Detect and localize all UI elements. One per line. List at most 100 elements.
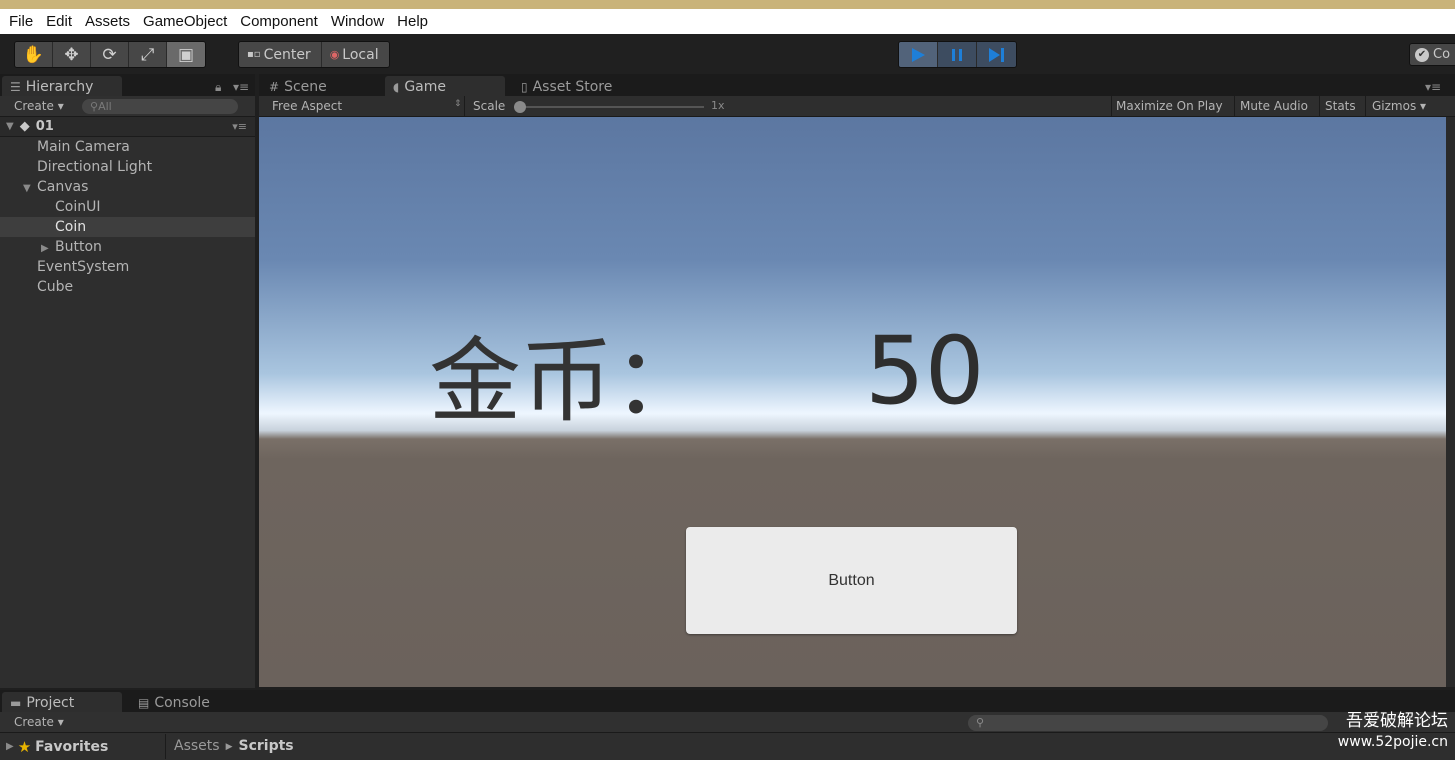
play-button[interactable] bbox=[899, 42, 938, 67]
watermark-line2: www.52pojie.cn bbox=[1337, 734, 1448, 750]
favorites-label: Favorites bbox=[35, 738, 109, 755]
menu-component[interactable]: Component bbox=[235, 13, 326, 30]
hierarchy-panel: Create ▾ ⚲All ▼ ◆ 01 ▾≡ Main Camera Dire… bbox=[0, 96, 255, 688]
collapse-arrow-icon[interactable]: ▶ bbox=[41, 239, 55, 259]
console-icon: ▤ bbox=[138, 695, 150, 710]
tab-asset-store[interactable]: ▯ Asset Store bbox=[513, 76, 622, 97]
project-search-input[interactable]: ⚲ bbox=[968, 715, 1328, 731]
maximize-on-play-toggle[interactable]: Maximize On Play bbox=[1116, 99, 1223, 113]
tab-store-label: Asset Store bbox=[532, 78, 613, 95]
hierarchy-create-dropdown[interactable]: Create ▾ bbox=[14, 99, 64, 113]
separator bbox=[1234, 96, 1235, 116]
space-label: Local bbox=[342, 46, 379, 63]
breadcrumb-scripts[interactable]: Scripts bbox=[238, 738, 293, 756]
game-view[interactable]: 金币： 50 Button bbox=[259, 117, 1446, 687]
pause-button[interactable] bbox=[938, 42, 977, 67]
folder-icon: ▬ bbox=[10, 695, 22, 710]
coin-value-text: 50 bbox=[865, 317, 985, 426]
scene-header[interactable]: ▼ ◆ 01 ▾≡ bbox=[0, 117, 255, 137]
panel-menu-icon[interactable]: ▾≡ bbox=[233, 80, 249, 94]
stats-toggle[interactable]: Stats bbox=[1325, 99, 1356, 113]
tab-scene-label: Scene bbox=[284, 78, 327, 95]
transform-tools: ✋ ✥ ⟳ ⤢ ▣ bbox=[14, 41, 206, 68]
favorites-row[interactable]: ▶ ★ Favorites bbox=[0, 734, 166, 759]
playback-controls bbox=[898, 41, 1017, 68]
tab-project[interactable]: ▬ Project bbox=[2, 692, 122, 713]
expand-arrow-icon: ▼ bbox=[6, 121, 14, 132]
tab-game[interactable]: ◖ Game bbox=[385, 76, 505, 97]
hierarchy-item-canvas[interactable]: ▼ Canvas bbox=[0, 177, 255, 197]
expand-arrow-icon[interactable]: ▼ bbox=[23, 179, 37, 199]
hierarchy-toolbar: Create ▾ ⚲All bbox=[0, 96, 255, 117]
pivot-local-button[interactable]: ◉ Local bbox=[321, 42, 389, 67]
list-icon: ☰ bbox=[10, 79, 21, 94]
menu-window[interactable]: Window bbox=[326, 13, 392, 30]
hierarchy-item[interactable]: Main Camera bbox=[0, 137, 255, 157]
rect-tool-button[interactable]: ▣ bbox=[167, 42, 205, 67]
hierarchy-item[interactable]: EventSystem bbox=[0, 257, 255, 277]
hierarchy-item[interactable]: Directional Light bbox=[0, 157, 255, 177]
watermark: 吾爱破解论坛 www.52pojie.cn bbox=[1332, 710, 1448, 752]
hierarchy-item[interactable]: Cube bbox=[0, 277, 255, 297]
pivot-center-button[interactable]: ▪▫ Center bbox=[239, 42, 322, 67]
game-ui-button[interactable]: Button bbox=[686, 527, 1017, 634]
star-icon: ★ bbox=[17, 737, 32, 756]
breadcrumb-assets[interactable]: Assets bbox=[174, 738, 220, 756]
check-icon: ✔ bbox=[1415, 47, 1429, 62]
separator bbox=[1319, 96, 1320, 116]
aspect-dropdown[interactable]: Free Aspect bbox=[272, 99, 342, 113]
scale-slider[interactable] bbox=[514, 101, 704, 113]
scale-value: 1x bbox=[711, 99, 725, 112]
pivot-toggles: ▪▫ Center ◉ Local bbox=[238, 41, 390, 68]
move-tool-button[interactable]: ✥ bbox=[53, 42, 91, 67]
scene-menu-icon[interactable]: ▾≡ bbox=[232, 120, 247, 133]
title-bar bbox=[0, 0, 1455, 9]
pause-icon bbox=[952, 48, 962, 61]
scene-name: 01 bbox=[35, 119, 54, 134]
project-panel: Create ▾ ⚲ ▶ ★ Favorites Assets ▶ Script… bbox=[0, 712, 1455, 760]
menu-edit[interactable]: Edit bbox=[41, 13, 80, 30]
step-icon bbox=[988, 47, 1004, 62]
gizmos-dropdown[interactable]: Gizmos ▾ bbox=[1372, 99, 1426, 113]
coin-ui-label: 金币： bbox=[429, 328, 706, 435]
tab-scene[interactable]: # Scene bbox=[261, 76, 337, 97]
menu-gameobject[interactable]: GameObject bbox=[138, 13, 235, 30]
hierarchy-item[interactable]: CoinUI bbox=[0, 197, 255, 217]
scale-icon: ⤢ bbox=[140, 44, 155, 65]
pivot-icon: ▪▫ bbox=[247, 49, 261, 60]
step-button[interactable] bbox=[977, 42, 1016, 67]
tab-console[interactable]: ▤ Console bbox=[130, 692, 220, 713]
menu-file[interactable]: File bbox=[4, 13, 41, 30]
view-tab-strip: # Scene ◖ Game ▯ Asset Store ▾≡ bbox=[259, 74, 1455, 97]
breadcrumb-arrow-icon: ▶ bbox=[225, 742, 233, 752]
tab-console-label: Console bbox=[154, 694, 210, 711]
project-tab-strip: ▬ Project ▤ Console bbox=[0, 690, 1455, 713]
hierarchy-item-button[interactable]: ▶ Button bbox=[0, 237, 255, 257]
panel-menu-icon[interactable]: ▾≡ bbox=[1425, 80, 1441, 94]
panel-edge bbox=[1446, 117, 1455, 687]
hierarchy-item-selected[interactable]: Coin bbox=[0, 217, 255, 237]
play-icon bbox=[912, 47, 925, 62]
menu-help[interactable]: Help bbox=[392, 13, 436, 30]
hierarchy-search-input[interactable]: ⚲All bbox=[82, 99, 238, 114]
local-icon: ◉ bbox=[329, 48, 340, 61]
tab-hierarchy[interactable]: ☰ Hierarchy bbox=[2, 76, 122, 97]
hand-tool-button[interactable]: ✋ bbox=[15, 42, 53, 67]
slider-thumb[interactable] bbox=[514, 101, 526, 113]
search-icon: ⚲ bbox=[976, 716, 985, 729]
separator bbox=[1111, 96, 1112, 116]
mute-audio-toggle[interactable]: Mute Audio bbox=[1240, 99, 1308, 113]
project-create-dropdown[interactable]: Create ▾ bbox=[14, 715, 64, 729]
separator bbox=[464, 96, 465, 116]
dropdown-arrows-icon: ⇕ bbox=[454, 99, 462, 109]
hierarchy-tab-strip: ☰ Hierarchy 🔒︎ ▾≡ bbox=[0, 74, 255, 97]
collapse-arrow-icon[interactable]: ▶ bbox=[6, 741, 14, 752]
scale-tool-button[interactable]: ⤢ bbox=[129, 42, 167, 67]
lock-icon[interactable]: 🔒︎ bbox=[215, 80, 221, 95]
tab-game-label: Game bbox=[404, 78, 447, 95]
menu-assets[interactable]: Assets bbox=[80, 13, 138, 30]
collab-button[interactable]: ✔ Co bbox=[1409, 43, 1455, 66]
rotate-icon: ⟳ bbox=[102, 44, 117, 65]
rotate-tool-button[interactable]: ⟳ bbox=[91, 42, 129, 67]
separator bbox=[1365, 96, 1366, 116]
